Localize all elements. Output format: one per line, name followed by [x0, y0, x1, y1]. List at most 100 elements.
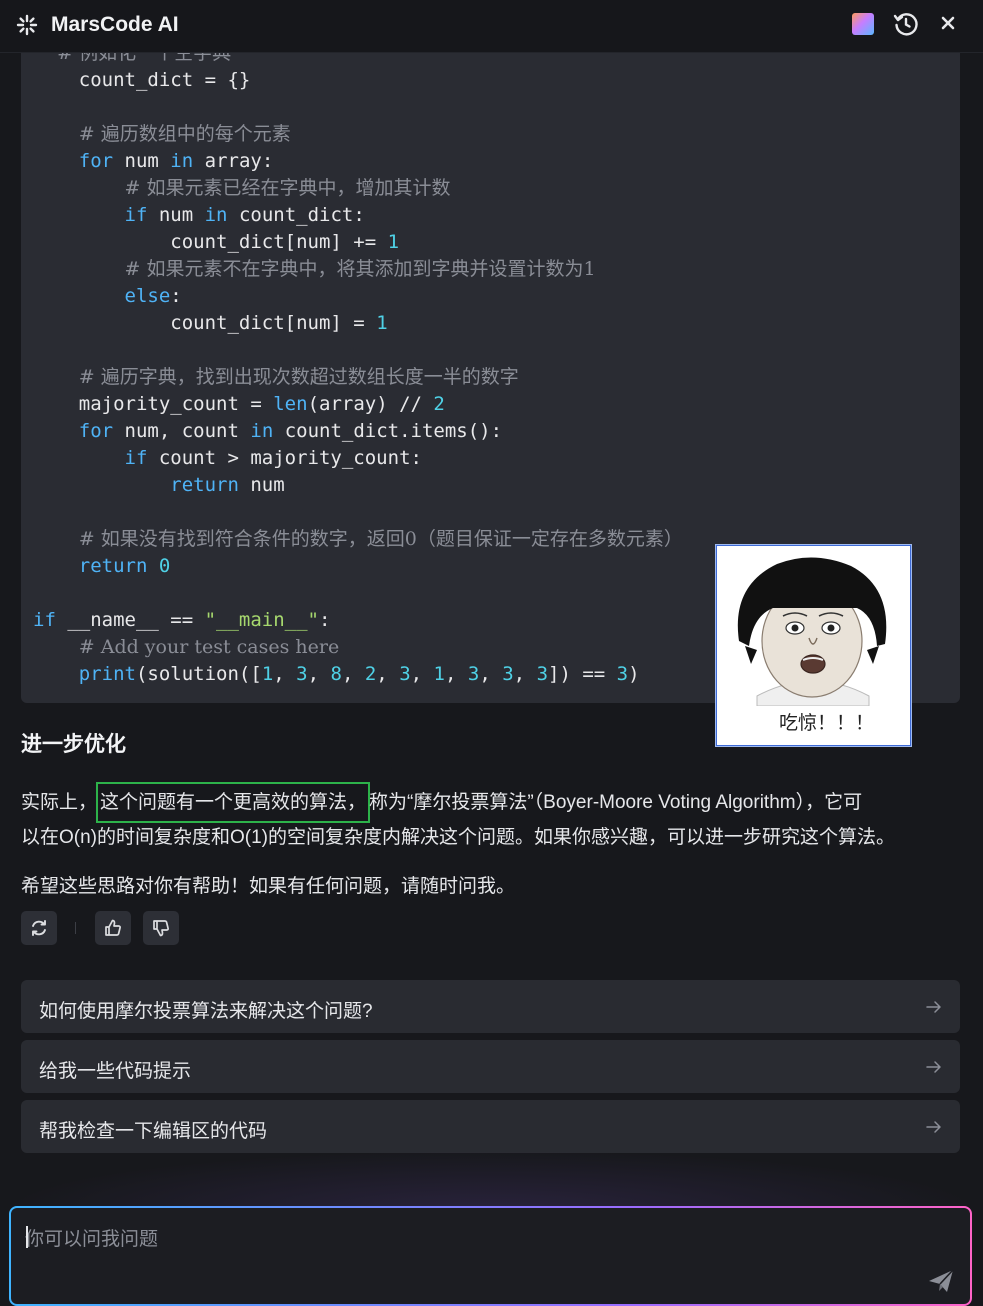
code-token: count > majority_count:: [147, 447, 422, 469]
code-token: if: [124, 204, 148, 226]
code-token: ,: [513, 663, 537, 685]
sticker-caption: 吃惊！！！: [779, 713, 875, 734]
code-token: (array) //: [307, 393, 434, 415]
code-token: ,: [479, 663, 503, 685]
code-token: return: [170, 474, 239, 496]
answer-paragraph-1: 实际上， 这个问题有一个更高效的算法， 称为“摩尔投票算法”（Boyer-Moore…: [21, 782, 863, 823]
code-token: 2: [433, 393, 445, 415]
arrow-right-icon: [926, 1001, 941, 1013]
code-token: for: [78, 420, 114, 442]
suggestion-label: 给我一些代码提示: [39, 1061, 192, 1082]
code-token: __name__ ==: [55, 609, 205, 631]
code-line: return num: [33, 472, 285, 499]
code-token: array:: [193, 150, 274, 172]
sticker-image: 吃惊！！！: [716, 545, 911, 746]
code-token: 3: [399, 663, 411, 685]
code-line: # Add your test cases here: [33, 634, 339, 661]
code-token: in: [170, 150, 194, 172]
code-token: # Add your test cases here: [78, 636, 340, 658]
suggestion-label: 帮我检查一下编辑区的代码: [39, 1121, 268, 1142]
code-token: :: [170, 285, 182, 307]
code-token: majority_count =: [78, 393, 274, 415]
chat-input-inner: [11, 1208, 970, 1304]
send-icon[interactable]: [927, 1268, 955, 1294]
suggestion-item[interactable]: 如何使用摩尔投票算法来解决这个问题?: [21, 980, 960, 1033]
code-token: num, count: [113, 420, 251, 442]
arrow-right-icon: [926, 1121, 941, 1133]
thumbs-down-button[interactable]: [143, 911, 179, 945]
history-icon[interactable]: [893, 11, 919, 37]
code-token: for: [78, 150, 114, 172]
para1-prefix: 实际上，: [21, 792, 98, 813]
panel-title: MarsCode AI: [51, 13, 179, 36]
para1-suffix: 称为“摩尔投票算法”（Boyer-Moore Voting Algorithm）…: [369, 792, 863, 813]
code-token: count_dict[num] +=: [170, 231, 388, 253]
code-token: ,: [376, 663, 400, 685]
chat-input[interactable]: [11, 1208, 970, 1304]
code-token: count_dict:: [227, 204, 365, 226]
code-token: print: [78, 663, 136, 685]
code-token: num: [147, 204, 205, 226]
code-token: :: [319, 609, 331, 631]
code-line: for num in array:: [33, 148, 274, 175]
code-line: for num, count in count_dict.items():: [33, 418, 502, 445]
avatar[interactable]: [852, 13, 874, 35]
code-token: if: [33, 609, 56, 631]
code-line: count_dict[num] = 1: [33, 310, 387, 337]
code-line: else:: [33, 283, 182, 310]
regenerate-button[interactable]: [21, 911, 57, 945]
code-line: return 0: [33, 553, 171, 580]
code-line: majority_count = len(array) // 2: [33, 391, 445, 418]
chat-input-container: [9, 1206, 972, 1306]
code-line: if num in count_dict:: [33, 202, 365, 229]
code-line: # 如果元素不在字典中，将其添加到字典并设置计数为1: [33, 256, 596, 283]
code-token: num: [238, 474, 285, 496]
code-line: count_dict = {}: [33, 67, 251, 94]
code-token: 3: [536, 663, 549, 685]
code-line: if __name__ == "__main__":: [33, 607, 330, 634]
thumbs-up-button[interactable]: [95, 911, 131, 945]
code-token: (solution([: [135, 663, 262, 685]
code-token: 3: [616, 663, 629, 685]
code-token: num: [113, 150, 171, 172]
thumbs-up-icon: [105, 919, 121, 936]
code-line: # 如果元素已经在字典中，增加其计数: [33, 175, 451, 202]
code-token: # 遍历字典，找到出现次数超过数组长度一半的数字: [78, 366, 519, 388]
code-token: in: [204, 204, 228, 226]
code-token: 3: [467, 663, 480, 685]
code-line: # 遍历字典，找到出现次数超过数组长度一半的数字: [33, 364, 519, 391]
answer-paragraph-1-line2: 以在O(n)的时间复杂度和O(1)的空间复杂度内解决这个问题。如果你感兴趣，可以…: [21, 827, 896, 848]
answer-paragraph-2: 希望这些思路对你有帮助！如果有任何问题，请随时问我。: [21, 876, 516, 897]
text-caret: [26, 1226, 28, 1248]
code-token: 1: [433, 663, 445, 685]
code-token: if: [124, 447, 148, 469]
suggestion-item[interactable]: 帮我检查一下编辑区的代码: [21, 1100, 960, 1153]
code-token: ,: [273, 663, 297, 685]
code-line: if count > majority_count:: [33, 445, 422, 472]
code-token: "__main__": [204, 609, 319, 631]
code-token: 0: [158, 555, 171, 577]
shocked-face-illustration: [737, 557, 887, 707]
highlighted-phrase: 这个问题有一个更高效的算法，: [96, 782, 371, 823]
code-line: count_dict[num] += 1: [33, 229, 399, 256]
code-line-cut: # 例如化一个空字典: [33, 52, 232, 64]
close-icon[interactable]: [938, 13, 958, 33]
code-token: count_dict.items():: [273, 420, 503, 442]
code-token: count_dict = {}: [78, 69, 251, 91]
code-line: # 如果没有找到符合条件的数字，返回0（题目保证一定存在多数元素）: [33, 526, 683, 553]
panel-header: MarsCode AI: [0, 0, 983, 53]
suggestion-label: 如何使用摩尔投票算法来解决这个问题?: [39, 1001, 373, 1022]
suggestion-item[interactable]: 给我一些代码提示: [21, 1040, 960, 1093]
